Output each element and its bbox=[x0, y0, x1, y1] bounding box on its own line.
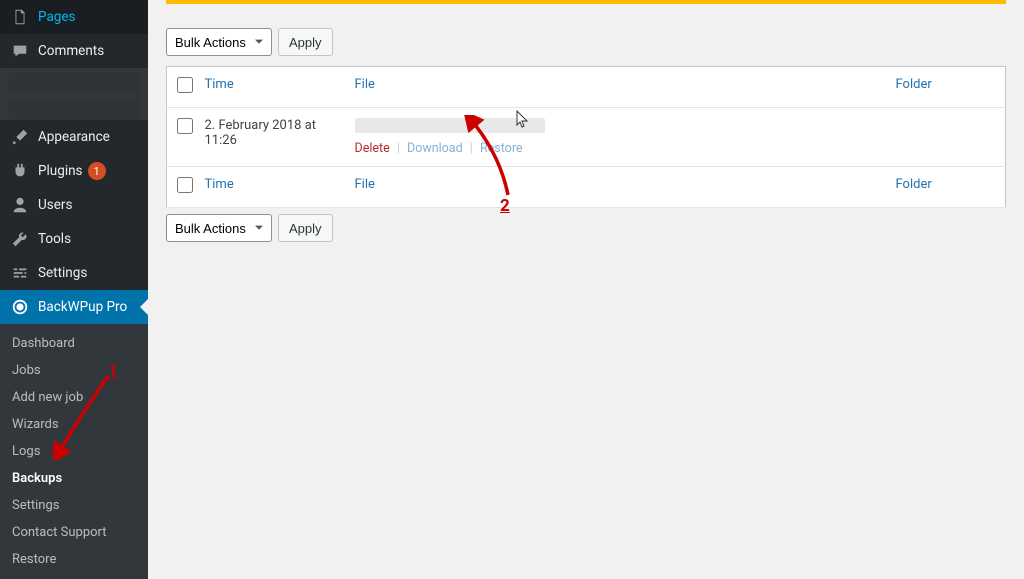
footer-time[interactable]: Time bbox=[205, 177, 234, 192]
sidebar-item-backwpup[interactable]: BackWPup Pro bbox=[0, 290, 148, 324]
plug-icon bbox=[10, 161, 30, 181]
sidebar-item-plugins[interactable]: Plugins 1 bbox=[0, 154, 148, 188]
sidebar-label: Tools bbox=[38, 231, 71, 247]
sidebar-item-pages[interactable]: Pages bbox=[0, 0, 148, 34]
header-folder[interactable]: Folder bbox=[896, 77, 932, 92]
action-download[interactable]: Download bbox=[407, 141, 463, 156]
backups-table: Time File Folder 2. February 2018 at 11:… bbox=[166, 66, 1006, 208]
footer-file[interactable]: File bbox=[355, 177, 375, 192]
submenu-settings[interactable]: Settings bbox=[0, 492, 148, 519]
tablenav-bottom: Bulk Actions Apply bbox=[166, 208, 1006, 248]
tablenav-top: Bulk Actions Apply bbox=[166, 22, 1006, 62]
submenu-backups[interactable]: Backups bbox=[0, 465, 148, 492]
file-name-blurred bbox=[355, 118, 545, 133]
apply-button-bottom[interactable]: Apply bbox=[278, 214, 333, 242]
submenu-logs[interactable]: Logs bbox=[0, 438, 148, 465]
brush-icon bbox=[10, 127, 30, 147]
sidebar-item-appearance[interactable]: Appearance bbox=[0, 120, 148, 154]
sidebar-label: Comments bbox=[38, 43, 104, 59]
admin-sidebar: Pages Comments Appearance Plugins 1 User… bbox=[0, 0, 148, 538]
sidebar-label: Appearance bbox=[38, 129, 110, 145]
sidebar-blurred bbox=[0, 68, 148, 120]
select-all-top[interactable] bbox=[177, 77, 193, 93]
sliders-icon bbox=[10, 263, 30, 283]
sidebar-label: BackWPup Pro bbox=[38, 299, 127, 315]
sidebar-label: Pages bbox=[38, 9, 76, 25]
row-file: Delete | Download | Restore bbox=[345, 108, 886, 167]
apply-button-top[interactable]: Apply bbox=[278, 28, 333, 56]
submenu-contact-support[interactable]: Contact Support bbox=[0, 519, 148, 546]
sidebar-item-tools[interactable]: Tools bbox=[0, 222, 148, 256]
row-checkbox[interactable] bbox=[177, 118, 193, 134]
sidebar-label: Plugins bbox=[38, 163, 83, 179]
sidebar-item-comments[interactable]: Comments bbox=[0, 34, 148, 68]
header-file[interactable]: File bbox=[355, 77, 375, 92]
row-time: 2. February 2018 at 11:26 bbox=[195, 108, 345, 167]
main-content: Bulk Actions Apply Time File Folder 2. F… bbox=[148, 0, 1024, 538]
backwpup-icon bbox=[10, 297, 30, 317]
sidebar-item-settings[interactable]: Settings bbox=[0, 256, 148, 290]
sidebar-label: Settings bbox=[38, 265, 87, 281]
user-icon bbox=[10, 195, 30, 215]
bulk-actions-select-top[interactable]: Bulk Actions bbox=[166, 28, 272, 56]
backwpup-submenu: Dashboard Jobs Add new job Wizards Logs … bbox=[0, 324, 148, 579]
sidebar-label: Users bbox=[38, 197, 72, 213]
select-all-bottom[interactable] bbox=[177, 177, 193, 193]
pages-icon bbox=[10, 7, 30, 27]
submenu-add-new-job[interactable]: Add new job bbox=[0, 384, 148, 411]
submenu-restore[interactable]: Restore bbox=[0, 546, 148, 573]
sidebar-item-users[interactable]: Users bbox=[0, 188, 148, 222]
wrench-icon bbox=[10, 229, 30, 249]
row-actions: Delete | Download | Restore bbox=[355, 137, 876, 156]
table-row: 2. February 2018 at 11:26 Delete | Downl… bbox=[167, 108, 1006, 167]
submenu-dashboard[interactable]: Dashboard bbox=[0, 330, 148, 357]
plugin-update-badge: 1 bbox=[88, 162, 106, 180]
footer-folder[interactable]: Folder bbox=[896, 177, 932, 192]
submenu-wizards[interactable]: Wizards bbox=[0, 411, 148, 438]
row-folder bbox=[886, 108, 1006, 167]
submenu-jobs[interactable]: Jobs bbox=[0, 357, 148, 384]
action-restore[interactable]: Restore bbox=[480, 141, 523, 156]
bulk-actions-select-bottom[interactable]: Bulk Actions bbox=[166, 214, 272, 242]
comment-icon bbox=[10, 41, 30, 61]
header-time[interactable]: Time bbox=[205, 77, 234, 92]
action-delete[interactable]: Delete bbox=[355, 141, 390, 156]
notice-bar bbox=[166, 0, 1006, 4]
